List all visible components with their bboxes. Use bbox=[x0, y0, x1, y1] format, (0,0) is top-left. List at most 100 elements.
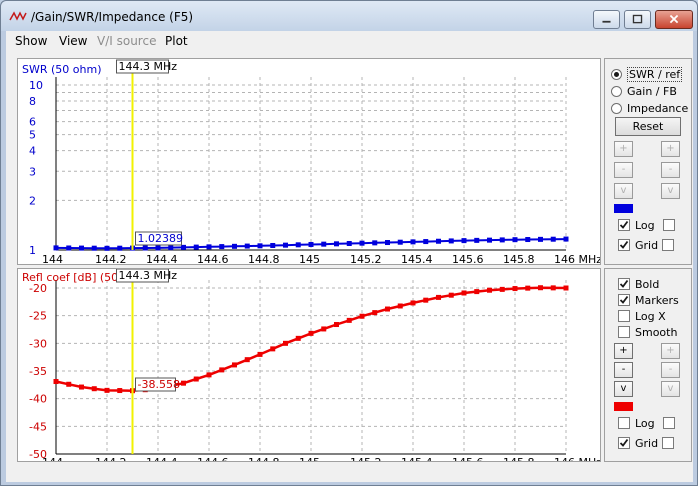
top-right-plus-button[interactable]: + bbox=[661, 141, 680, 157]
refl-data-point bbox=[244, 357, 250, 363]
radio-impedance-label: Impedance bbox=[627, 101, 689, 115]
bottom-grid-right-checkbox[interactable] bbox=[662, 437, 675, 449]
swr-data-point bbox=[410, 239, 416, 245]
logx-label: Log X bbox=[635, 309, 666, 323]
x-tick-label: 145.4 bbox=[401, 456, 433, 461]
bottom-right-plus-button[interactable]: + bbox=[661, 343, 680, 359]
refl-data-point bbox=[181, 380, 186, 386]
refl-data-point bbox=[104, 387, 110, 393]
bottom-left-minus-button[interactable]: - bbox=[614, 362, 633, 378]
y-tick-label: -35 bbox=[29, 365, 47, 378]
swr-color-swatch[interactable] bbox=[614, 204, 633, 213]
bottom-log-left-checkbox[interactable] bbox=[618, 417, 630, 429]
bottom-right-down-button[interactable]: v bbox=[661, 381, 680, 397]
swr-data-point bbox=[436, 238, 441, 244]
radio-swr[interactable] bbox=[611, 68, 622, 80]
y-tick-label: 8 bbox=[29, 95, 36, 108]
swr-plot[interactable]: SWR (50 ohm) 10 8 6 5 4 3 2 1 144 144.2 144.4 144.6 1… bbox=[17, 58, 601, 265]
refl-data-point bbox=[257, 351, 263, 357]
swr-data-point bbox=[321, 241, 327, 247]
y-axis-title: SWR (50 ohm) bbox=[22, 63, 102, 76]
title-bar: /Gain/SWR/Impedance (F5) bbox=[1, 1, 697, 31]
refl-data-point bbox=[117, 388, 123, 394]
top-right-minus-button[interactable]: - bbox=[661, 162, 680, 178]
swr-data-point bbox=[117, 245, 123, 251]
top-grid-row[interactable]: Grid bbox=[618, 238, 679, 252]
bottom-log-right-checkbox[interactable] bbox=[662, 417, 675, 429]
bottom-grid-row[interactable]: Grid bbox=[618, 436, 679, 450]
maximize-button[interactable] bbox=[624, 10, 651, 29]
swr-data-point bbox=[79, 245, 84, 251]
radio-gain-row[interactable]: Gain / FB bbox=[611, 83, 677, 99]
top-grid-label: Grid bbox=[635, 238, 659, 252]
x-tick-label: 144.8 bbox=[248, 456, 280, 461]
top-log-right-checkbox[interactable] bbox=[662, 219, 675, 231]
smooth-row[interactable]: Smooth bbox=[618, 325, 677, 339]
refl-data-point bbox=[372, 310, 378, 316]
menu-plot[interactable]: Plot bbox=[165, 34, 188, 48]
swr-data-point bbox=[474, 237, 480, 243]
reset-button[interactable]: Reset bbox=[615, 117, 681, 136]
radio-gain-label: Gain / FB bbox=[627, 84, 677, 98]
y-tick-label: 3 bbox=[29, 165, 36, 178]
x-tick-label: 146 MHz bbox=[554, 253, 600, 264]
top-log-row[interactable]: Log bbox=[618, 218, 680, 232]
top-left-down-button[interactable]: v bbox=[614, 183, 633, 199]
top-grid-left-checkbox[interactable] bbox=[618, 239, 630, 251]
refl-plot[interactable]: Refl coef [dB] (50 -20 -25 -30 -35 -40 -45 -50 1… bbox=[17, 268, 601, 462]
y-tick-label: -25 bbox=[29, 310, 47, 323]
refl-data-point bbox=[334, 322, 339, 328]
refl-data-point bbox=[232, 362, 237, 368]
top-left-minus-button[interactable]: - bbox=[614, 162, 633, 178]
x-tick-label: 144 bbox=[42, 253, 63, 264]
bottom-left-plus-button[interactable]: + bbox=[614, 343, 633, 359]
bottom-grid-label: Grid bbox=[635, 436, 659, 450]
bold-checkbox[interactable] bbox=[618, 278, 630, 290]
swr-data-point bbox=[346, 240, 352, 246]
swr-data-point bbox=[487, 237, 492, 243]
bottom-plot-panel: Bold Markers Log X Smooth + + - - v v Lo… bbox=[604, 268, 692, 462]
markers-checkbox[interactable] bbox=[618, 294, 630, 306]
smooth-checkbox[interactable] bbox=[618, 326, 630, 338]
menu-view[interactable]: View bbox=[59, 34, 87, 48]
swr-data-point bbox=[244, 243, 250, 249]
swr-data-point bbox=[512, 237, 518, 243]
close-button[interactable] bbox=[655, 10, 693, 29]
menu-show[interactable]: Show bbox=[15, 34, 47, 48]
top-grid-right-checkbox[interactable] bbox=[662, 239, 675, 251]
swr-data-point bbox=[308, 241, 314, 247]
refl-data-point bbox=[321, 326, 327, 332]
minimize-button[interactable] bbox=[593, 10, 620, 29]
radio-gain[interactable] bbox=[611, 85, 622, 97]
logx-row[interactable]: Log X bbox=[618, 309, 666, 323]
y-tick-label: -45 bbox=[29, 420, 47, 433]
swr-data-point bbox=[461, 238, 467, 244]
radio-swr-row[interactable]: SWR / ref bbox=[611, 66, 683, 82]
bold-row[interactable]: Bold bbox=[618, 277, 659, 291]
top-log-left-checkbox[interactable] bbox=[618, 219, 630, 231]
markers-row[interactable]: Markers bbox=[618, 293, 679, 307]
top-left-plus-button[interactable]: + bbox=[614, 141, 633, 157]
x-tick-label: 144.8 bbox=[248, 253, 280, 264]
y-tick-label: 1 bbox=[29, 244, 36, 257]
bottom-right-minus-button[interactable]: - bbox=[661, 362, 680, 378]
cursor-frequency-label: 144.3 MHz bbox=[119, 60, 178, 73]
swr-data-point bbox=[219, 244, 225, 250]
refl-data-point bbox=[410, 300, 416, 306]
refl-color-swatch[interactable] bbox=[614, 402, 633, 411]
logx-checkbox[interactable] bbox=[618, 310, 630, 322]
close-icon bbox=[669, 14, 679, 24]
bottom-left-down-button[interactable]: v bbox=[614, 381, 633, 397]
radio-impedance-row[interactable]: Impedance bbox=[611, 100, 688, 116]
client-area: Show View V/I source Plot SWR (50 ohm) 10… bbox=[6, 31, 693, 482]
x-tick-label: 144.4 bbox=[146, 253, 178, 264]
swr-data-point bbox=[499, 237, 505, 243]
bottom-grid-left-checkbox[interactable] bbox=[618, 437, 630, 449]
top-right-down-button[interactable]: v bbox=[661, 183, 680, 199]
radio-impedance[interactable] bbox=[611, 102, 622, 114]
x-tick-label: 145 bbox=[299, 456, 320, 461]
x-tick-label: 145.2 bbox=[350, 253, 382, 264]
swr-data-point bbox=[91, 245, 97, 251]
swr-data-point bbox=[295, 242, 301, 248]
bottom-log-row[interactable]: Log bbox=[618, 416, 680, 430]
